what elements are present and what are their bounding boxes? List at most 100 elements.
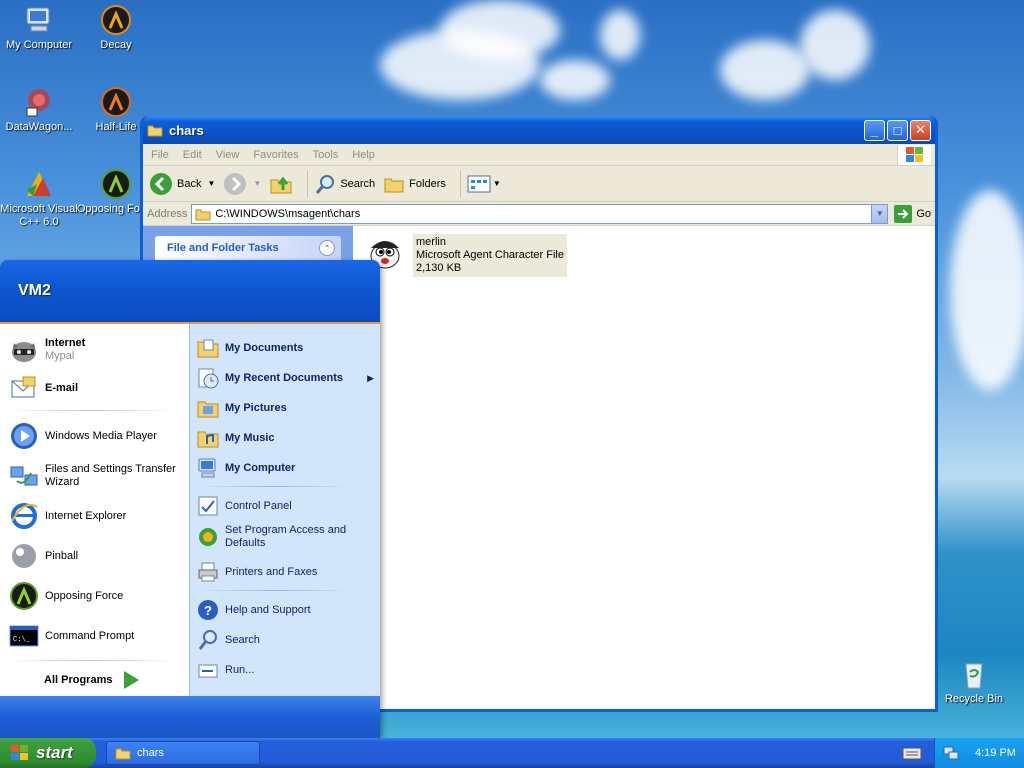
my-pictures-link[interactable]: My Pictures: [196, 396, 374, 420]
email-icon: [8, 372, 40, 404]
half-life-lambda-icon: [100, 4, 132, 36]
windows-flag-icon: [11, 745, 28, 760]
address-label: Address: [147, 207, 188, 220]
recent-label: Command Prompt: [45, 629, 135, 642]
window-titlebar[interactable]: chars _ □ ✕: [143, 116, 935, 144]
svg-text:C:\_: C:\_: [13, 636, 31, 644]
recent-label: Files and Settings Transfer Wizard: [45, 463, 176, 488]
toolbar-separator: [307, 170, 309, 197]
opposing-force-icon: [8, 580, 40, 612]
forward-button[interactable]: ▼: [223, 172, 261, 196]
file-details: merlin Microsoft Agent Character File 2,…: [413, 234, 567, 277]
close-button[interactable]: ✕: [910, 119, 931, 141]
start-button[interactable]: start: [0, 738, 96, 768]
pinned-internet[interactable]: Internet Mypal: [8, 334, 183, 366]
search-icon: [196, 628, 220, 652]
recent-opposing-force[interactable]: Opposing Force: [8, 580, 183, 612]
search-button[interactable]: Search: [314, 173, 375, 195]
desktop-icon-recycle-bin[interactable]: Recycle Bin: [934, 658, 1014, 706]
recent-windows-media-player[interactable]: Windows Media Player: [8, 420, 183, 452]
right-label: Help and Support: [225, 603, 311, 616]
recent-command-prompt[interactable]: C:\_ Command Prompt: [8, 620, 183, 652]
collapse-chevron-icon[interactable]: ⌃: [319, 240, 335, 256]
views-button[interactable]: ▼: [467, 174, 501, 194]
folders-button[interactable]: Folders: [383, 173, 446, 195]
pinned-email-text: E-mail: [45, 382, 78, 395]
keyboard-tray-icon[interactable]: [902, 745, 922, 764]
minimize-button[interactable]: _: [864, 119, 885, 141]
right-label: My Computer: [225, 461, 296, 474]
pinned-subtitle: Mypal: [45, 350, 75, 362]
menu-view[interactable]: View: [216, 149, 240, 161]
internet-explorer-icon: [8, 500, 40, 532]
menu-bar: File Edit View Favorites Tools Help: [143, 144, 935, 166]
right-label: My Documents: [225, 341, 304, 354]
menu-favorites[interactable]: Favorites: [253, 149, 298, 161]
my-recent-documents-link[interactable]: My Recent Documents ▶: [196, 366, 374, 390]
desktop-icon-datawagon[interactable]: DataWagon...: [0, 86, 79, 134]
my-documents-link[interactable]: My Documents: [196, 336, 374, 360]
recent-pinball[interactable]: Pinball: [8, 540, 183, 572]
printers-faxes-link[interactable]: Printers and Faxes: [196, 560, 374, 584]
pinned-email[interactable]: E-mail: [8, 372, 183, 404]
toolbar-separator: [459, 170, 461, 197]
command-prompt-icon: C:\_: [8, 620, 40, 652]
desktop-icon-decay[interactable]: Decay: [76, 4, 156, 52]
run-link[interactable]: Run...: [196, 658, 374, 682]
go-arrow-icon: [894, 204, 913, 223]
back-button[interactable]: Back ▼: [149, 172, 215, 196]
desktop-icon-label: Decay: [100, 39, 132, 51]
recent-documents-icon: [196, 366, 220, 390]
clock[interactable]: 4:19 PM: [975, 747, 1016, 759]
pinned-internet-text: Internet Mypal: [45, 337, 85, 363]
task-header-label: File and Folder Tasks: [167, 242, 279, 254]
search-link[interactable]: Search: [196, 628, 374, 652]
set-program-access-link[interactable]: Set Program Access and Defaults: [196, 524, 374, 550]
menu-file[interactable]: File: [151, 149, 169, 161]
help-support-link[interactable]: ? Help and Support: [196, 598, 374, 622]
my-music-link[interactable]: My Music: [196, 426, 374, 450]
recycle-bin-icon: [958, 658, 990, 690]
start-menu-separator: [8, 410, 176, 411]
start-menu-body: Internet Mypal E-mail Windows Media Play…: [0, 324, 380, 696]
all-programs-button[interactable]: All Programs: [44, 670, 140, 690]
address-dropdown-icon[interactable]: ▼: [871, 204, 888, 223]
recent-label: Windows Media Player: [45, 429, 157, 442]
my-computer-icon: [23, 4, 55, 36]
folder-icon: [195, 209, 211, 220]
windows-logo-icon: [897, 145, 931, 165]
start-menu-separator: [198, 590, 352, 591]
address-bar: Address C:\WINDOWS\msagent\chars ▼ Go: [143, 202, 935, 226]
pinball-icon: [8, 540, 40, 572]
menu-help[interactable]: Help: [352, 149, 375, 161]
file-item[interactable]: merlin Microsoft Agent Character File 2,…: [365, 234, 923, 277]
control-panel-icon: [196, 494, 220, 518]
desktop-icon-my-computer[interactable]: My Computer: [0, 4, 79, 52]
menu-edit[interactable]: Edit: [183, 149, 202, 161]
right-label: Run...: [225, 663, 255, 676]
my-computer-icon: [196, 456, 220, 480]
system-tray: 4:19 PM: [934, 738, 1024, 768]
back-dropdown-icon[interactable]: ▼: [207, 179, 215, 188]
up-folder-button[interactable]: [269, 172, 293, 196]
recent-label: Opposing Force: [45, 589, 124, 602]
address-field[interactable]: C:\WINDOWS\msagent\chars ▼: [191, 203, 889, 224]
back-label: Back: [177, 177, 202, 190]
file-list: merlin Microsoft Agent Character File 2,…: [353, 226, 935, 709]
right-label: Control Panel: [225, 499, 292, 512]
go-button[interactable]: Go: [894, 204, 931, 223]
my-computer-link[interactable]: My Computer: [196, 456, 374, 480]
start-menu-footer: [0, 696, 380, 738]
forward-dropdown-icon[interactable]: ▼: [253, 179, 261, 188]
maximize-button[interactable]: □: [887, 119, 908, 141]
network-tray-icon[interactable]: [943, 745, 959, 761]
recent-internet-explorer[interactable]: Internet Explorer: [8, 500, 183, 532]
half-life-lambda-icon: [100, 86, 132, 118]
file-folder-tasks-header[interactable]: File and Folder Tasks ⌃: [155, 236, 341, 260]
up-folder-icon: [270, 176, 292, 193]
desktop-icon-visual-cpp[interactable]: Microsoft Visual C++ 6.0: [0, 168, 79, 229]
control-panel-link[interactable]: Control Panel: [196, 494, 374, 518]
recent-files-settings-transfer[interactable]: Files and Settings Transfer Wizard: [8, 460, 183, 492]
taskbar-item-chars[interactable]: chars: [106, 741, 260, 765]
menu-tools[interactable]: Tools: [313, 149, 339, 161]
